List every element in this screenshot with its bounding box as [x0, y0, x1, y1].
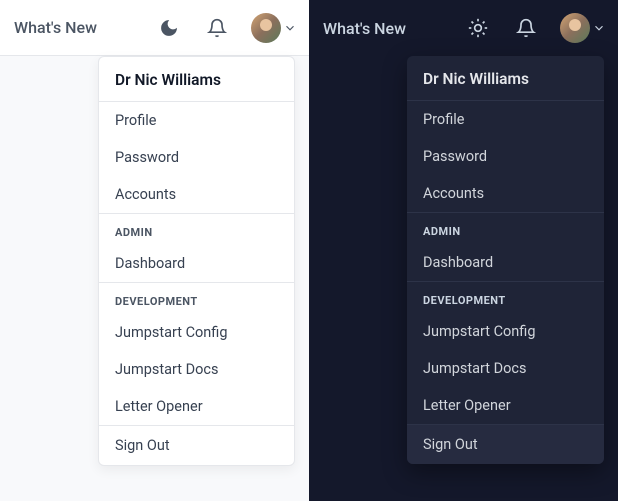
notifications-button[interactable]: [512, 14, 540, 42]
menu-jumpstart-docs[interactable]: Jumpstart Docs: [99, 351, 294, 388]
section-admin: ADMIN: [99, 213, 294, 245]
menu-sign-out[interactable]: Sign Out: [407, 424, 604, 464]
menu-password[interactable]: Password: [407, 138, 604, 175]
whats-new-link[interactable]: What's New: [323, 19, 406, 38]
notifications-button[interactable]: [203, 14, 231, 42]
menu-jumpstart-config[interactable]: Jumpstart Config: [407, 313, 604, 350]
bell-icon: [516, 18, 536, 38]
dropdown-user-name: Dr Nic Williams: [99, 57, 294, 102]
user-dropdown: Dr Nic Williams Profile Password Account…: [98, 56, 295, 466]
dropdown-user-name: Dr Nic Williams: [407, 56, 604, 101]
menu-profile[interactable]: Profile: [99, 102, 294, 139]
menu-profile[interactable]: Profile: [407, 101, 604, 138]
avatar: [251, 13, 281, 43]
dark-theme-panel: What's New Dr Nic Williams Profile Passw…: [309, 0, 618, 501]
user-dropdown: Dr Nic Williams Profile Password Account…: [407, 56, 604, 464]
menu-password[interactable]: Password: [99, 139, 294, 176]
chevron-down-icon: [283, 21, 297, 35]
theme-toggle-button[interactable]: [155, 14, 183, 42]
avatar: [560, 13, 590, 43]
menu-dashboard[interactable]: Dashboard: [99, 245, 294, 282]
sun-icon: [468, 18, 488, 38]
moon-icon: [159, 18, 179, 38]
section-development: DEVELOPMENT: [407, 281, 604, 313]
menu-accounts[interactable]: Accounts: [407, 175, 604, 212]
section-development: DEVELOPMENT: [99, 282, 294, 314]
menu-jumpstart-docs[interactable]: Jumpstart Docs: [407, 350, 604, 387]
section-admin: ADMIN: [407, 212, 604, 244]
topbar: What's New: [309, 0, 618, 56]
bell-icon: [207, 18, 227, 38]
user-menu-button[interactable]: [251, 13, 297, 43]
menu-dashboard[interactable]: Dashboard: [407, 244, 604, 281]
menu-letter-opener[interactable]: Letter Opener: [99, 388, 294, 425]
topbar: What's New: [0, 0, 309, 56]
menu-letter-opener[interactable]: Letter Opener: [407, 387, 604, 424]
chevron-down-icon: [592, 21, 606, 35]
light-theme-panel: What's New Dr Nic Williams Profile Passw…: [0, 0, 309, 501]
menu-sign-out[interactable]: Sign Out: [99, 425, 294, 465]
whats-new-link[interactable]: What's New: [14, 18, 97, 37]
user-menu-button[interactable]: [560, 13, 606, 43]
theme-toggle-button[interactable]: [464, 14, 492, 42]
menu-accounts[interactable]: Accounts: [99, 176, 294, 213]
menu-jumpstart-config[interactable]: Jumpstart Config: [99, 314, 294, 351]
